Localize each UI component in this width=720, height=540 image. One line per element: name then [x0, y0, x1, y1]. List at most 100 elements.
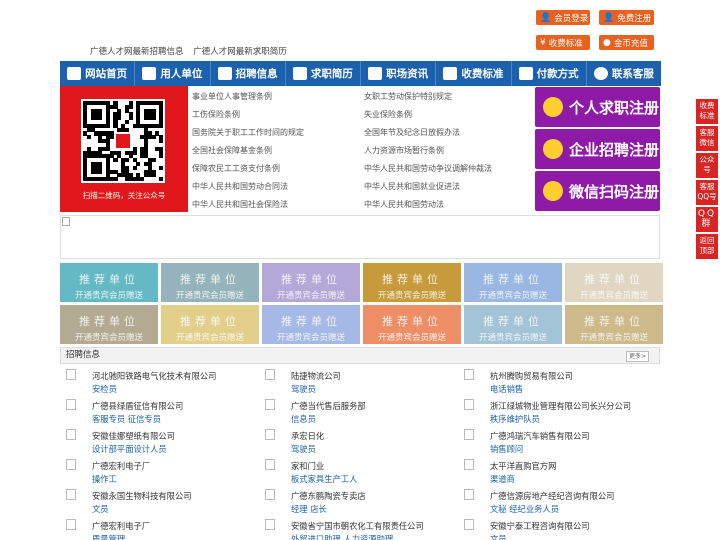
job-company[interactable]: 广德当代售后服务部 — [291, 400, 366, 412]
recommended-employer-tile[interactable]: 推荐单位 开通贵宾会员赠送 — [60, 305, 158, 344]
job-listing[interactable]: 河北驰阳铁路电气化技术有限公司 安检员 — [60, 367, 250, 397]
regulation-link[interactable]: 中华人民共和国劳动法 — [364, 199, 444, 210]
recommended-employer-tile[interactable]: 推荐单位 开通贵宾会员赠送 — [464, 305, 562, 344]
job-position[interactable]: 操作工 — [92, 473, 117, 485]
nav-news[interactable]: 职场资讯 — [361, 61, 437, 86]
job-company[interactable]: 太平洋直购官方网 — [490, 460, 556, 472]
job-company[interactable]: 陆捷物流公司 — [291, 370, 341, 382]
job-listing[interactable]: 浙江绿城物业管理有限公司长兴分公司 秩序维护队员 — [458, 397, 648, 427]
job-company[interactable]: 安徽宁泰工程咨询有限公司 — [490, 520, 590, 532]
job-listing[interactable]: 广德鸿瑞汽车销售有限公司 销售顾问 — [458, 427, 648, 457]
side-back-to-top-button[interactable]: 返回顶部 — [696, 234, 718, 260]
recommended-employer-tile[interactable]: 推荐单位 开通贵宾会员赠送 — [565, 305, 663, 344]
job-position[interactable]: 板式家具生产工人 — [291, 473, 357, 485]
nav-contact[interactable]: 联系客服 — [587, 61, 661, 86]
member-login-button[interactable]: 👤 会员登录 — [536, 10, 590, 25]
job-listing[interactable]: 广德信源房地产经纪咨询有限公司 文秘 经纪业务人员 — [458, 487, 648, 517]
regulation-link[interactable]: 女职工劳动保护特别规定 — [364, 91, 452, 102]
nav-employers[interactable]: 用人单位 — [135, 61, 211, 86]
latest-resumes-link[interactable]: 广德人才网最新求职简历 — [193, 47, 287, 57]
recommended-employer-tile[interactable]: 推荐单位 开通贵宾会员赠送 — [363, 305, 461, 344]
job-company[interactable]: 广德宏利电子厂 — [92, 520, 150, 532]
job-listing[interactable]: 家和门业 板式家具生产工人 — [259, 457, 449, 487]
job-listing[interactable]: 广德当代售后服务部 信息员 — [259, 397, 449, 427]
job-position[interactable]: 文员 — [92, 503, 109, 515]
regulation-link[interactable]: 全国社会保障基金条例 — [192, 145, 272, 156]
job-company[interactable]: 河北驰阳铁路电气化技术有限公司 — [92, 370, 216, 382]
regulation-link[interactable]: 中华人民共和国劳动争议调解仲裁法 — [364, 163, 492, 174]
job-company[interactable]: 安徽佳娜塑纸有限公司 — [92, 430, 175, 442]
side-official-account-button[interactable]: 公众号 — [696, 153, 718, 179]
side-qq-group-button[interactable]: QQ群 — [696, 207, 718, 233]
recommended-employer-tile[interactable]: 推荐单位 开通贵宾会员赠送 — [262, 305, 360, 344]
nav-resumes[interactable]: 求职简历 — [286, 61, 361, 86]
job-listing[interactable]: 广德东鹏陶瓷专卖店 经理 店长 — [259, 487, 449, 517]
job-position[interactable]: 销售顾问 — [490, 443, 523, 455]
job-listing[interactable]: 杭州腾购贸易有限公司 电话销售 — [458, 367, 648, 397]
job-listing[interactable]: 安徽宁泰工程咨询有限公司 文员 — [458, 517, 648, 540]
coin-recharge-button[interactable]: ● 金币充值 — [599, 35, 654, 50]
regulation-link[interactable]: 人力资源市场暂行条例 — [364, 145, 444, 156]
job-listing[interactable]: 安徽佳娜塑纸有限公司 设计部平面设计人员 — [60, 427, 250, 457]
job-listing[interactable]: 太平洋直购官方网 渠道商 — [458, 457, 648, 487]
job-position[interactable]: 渠道商 — [490, 473, 515, 485]
job-position[interactable]: 秩序维护队员 — [490, 413, 540, 425]
job-company[interactable]: 安徽永国生物科技有限公司 — [92, 490, 192, 502]
job-position[interactable]: 安检员 — [92, 383, 117, 395]
regulation-link[interactable]: 失业保险条例 — [364, 109, 412, 120]
job-position[interactable]: 电话销售 — [490, 383, 523, 395]
regulation-link[interactable]: 全国年节及纪念日放假办法 — [364, 127, 460, 138]
latest-jobs-link[interactable]: 广德人才网最新招聘信息 — [90, 47, 184, 57]
nav-home[interactable]: 网站首页 — [60, 61, 136, 86]
recommended-employer-tile[interactable]: 推荐单位 开通贵宾会员赠送 — [464, 263, 562, 302]
job-listing[interactable]: 广德宏利电子厂 操作工 — [60, 457, 250, 487]
job-company[interactable]: 家和门业 — [291, 460, 324, 472]
banner-ad[interactable] — [60, 215, 660, 259]
jobseeker-register-button[interactable]: 个人求职注册 — [535, 87, 660, 127]
job-company[interactable]: 广德鸿瑞汽车销售有限公司 — [490, 430, 590, 442]
job-listing[interactable]: 安徽永国生物科技有限公司 文员 — [60, 487, 250, 517]
employer-register-button[interactable]: 企业招聘注册 — [535, 129, 660, 169]
regulation-link[interactable]: 保障农民工工资支付条例 — [192, 163, 280, 174]
job-company[interactable]: 杭州腾购贸易有限公司 — [490, 370, 573, 382]
job-listing[interactable]: 陆捷物流公司 驾驶员 — [259, 367, 449, 397]
job-company[interactable]: 广德东鹏陶瓷专卖店 — [291, 490, 366, 502]
job-listing[interactable]: 广德县绿盾征信有限公司 客服专员 征信专员 — [60, 397, 250, 427]
more-jobs-link[interactable]: 更多> — [625, 351, 649, 362]
free-register-button[interactable]: 👤 免费注册 — [599, 10, 654, 25]
job-position[interactable]: 外贸进口助理 人力资源助理 — [291, 533, 393, 540]
job-company[interactable]: 承宏日化 — [291, 430, 324, 442]
job-position[interactable]: 文员 — [490, 533, 507, 540]
nav-payment[interactable]: 付款方式 — [512, 61, 587, 86]
job-company[interactable]: 浙江绿城物业管理有限公司长兴分公司 — [490, 400, 631, 412]
recommended-employer-tile[interactable]: 推荐单位 开通贵宾会员赠送 — [565, 263, 663, 302]
recommended-employer-tile[interactable]: 推荐单位 开通贵宾会员赠送 — [60, 263, 158, 302]
side-wechat-button[interactable]: 客服微信 — [696, 126, 718, 152]
nav-pricing[interactable]: 收费标准 — [436, 61, 512, 86]
side-qq-button[interactable]: 客服QQ号 — [696, 180, 718, 206]
regulation-link[interactable]: 中华人民共和国劳动合同法 — [192, 181, 288, 192]
recommended-employer-tile[interactable]: 推荐单位 开通贵宾会员赠送 — [161, 263, 259, 302]
job-position[interactable]: 客服专员 征信专员 — [92, 413, 161, 425]
job-position[interactable]: 文秘 经纪业务人员 — [490, 503, 559, 515]
nav-jobs[interactable]: 招聘信息 — [211, 61, 286, 86]
recommended-employer-tile[interactable]: 推荐单位 开通贵宾会员赠送 — [262, 263, 360, 302]
regulation-link[interactable]: 中华人民共和国社会保险法 — [192, 199, 288, 210]
job-position[interactable]: 质量管理 — [92, 533, 125, 540]
regulation-link[interactable]: 事业单位人事管理条例 — [192, 91, 272, 102]
side-pricing-button[interactable]: 收费标准 — [696, 99, 718, 125]
regulation-link[interactable]: 工伤保险条例 — [192, 109, 240, 120]
recommended-employer-tile[interactable]: 推荐单位 开通贵宾会员赠送 — [161, 305, 259, 344]
recommended-employer-tile[interactable]: 推荐单位 开通贵宾会员赠送 — [363, 263, 461, 302]
job-company[interactable]: 广德县绿盾征信有限公司 — [92, 400, 183, 412]
job-listing[interactable]: 安徽省宁国市朝农化工有限责任公司 外贸进口助理 人力资源助理 — [259, 517, 449, 540]
job-position[interactable]: 经理 店长 — [291, 503, 327, 515]
job-listing[interactable]: 广德宏利电子厂 质量管理 — [60, 517, 250, 540]
pricing-button[interactable]: ¥ 收费标准 — [536, 35, 590, 50]
job-position[interactable]: 设计部平面设计人员 — [92, 443, 167, 455]
job-company[interactable]: 安徽省宁国市朝农化工有限责任公司 — [291, 520, 424, 532]
job-company[interactable]: 广德信源房地产经纪咨询有限公司 — [490, 490, 614, 502]
job-company[interactable]: 广德宏利电子厂 — [92, 460, 150, 472]
job-listing[interactable]: 承宏日化 驾驶员 — [259, 427, 449, 457]
job-position[interactable]: 驾驶员 — [291, 383, 316, 395]
